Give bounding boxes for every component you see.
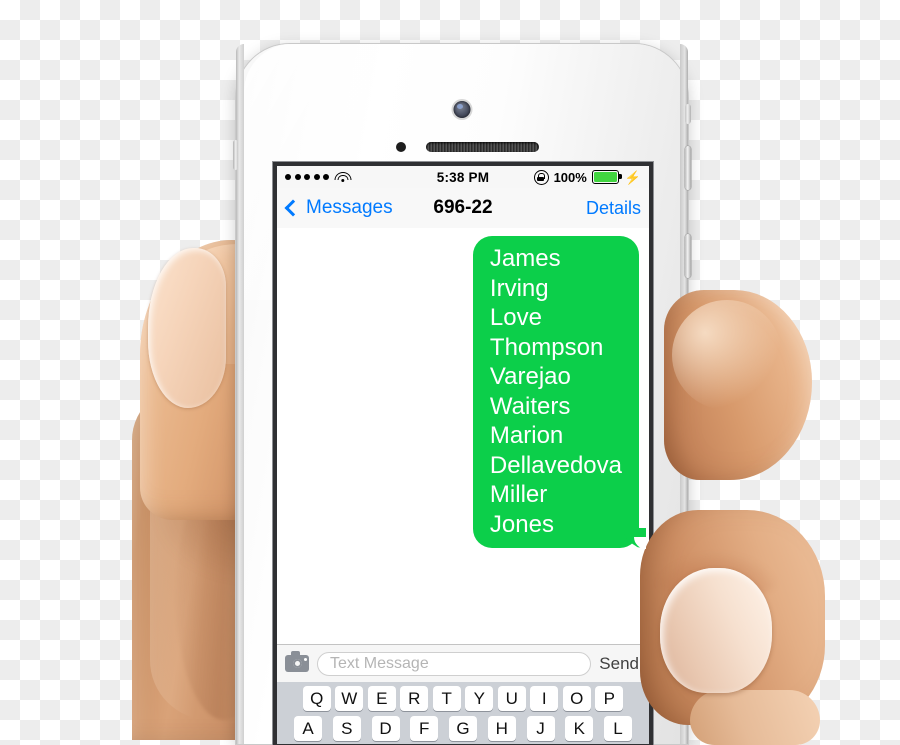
key-r[interactable]: R bbox=[400, 686, 429, 711]
camera-icon[interactable] bbox=[285, 651, 309, 672]
front-camera-glint bbox=[457, 104, 463, 109]
key-p[interactable]: P bbox=[595, 686, 624, 711]
message-line: Miller bbox=[489, 481, 548, 508]
key-a[interactable]: A bbox=[294, 716, 322, 741]
key-w[interactable]: W bbox=[335, 686, 364, 711]
middle-finger-tip bbox=[690, 690, 820, 745]
back-to-messages-button[interactable]: Messages bbox=[284, 197, 393, 219]
key-s[interactable]: S bbox=[332, 716, 361, 741]
message-line: Marion bbox=[489, 422, 564, 449]
rotation-lock-icon bbox=[533, 169, 549, 185]
key-g[interactable]: G bbox=[449, 716, 477, 741]
wifi-icon bbox=[334, 171, 351, 183]
navigation-bar: Messages 696-22 Details bbox=[277, 188, 649, 229]
message-line: Waiters bbox=[489, 392, 571, 420]
message-line: Dellavedova bbox=[489, 451, 622, 479]
earpiece-speaker-icon bbox=[426, 142, 539, 152]
key-y[interactable]: Y bbox=[465, 686, 494, 711]
chevron-left-icon bbox=[284, 199, 302, 217]
details-button[interactable]: Details bbox=[586, 198, 641, 219]
outgoing-message-bubble[interactable]: James Irving Love Thompson Varejao Waite… bbox=[472, 236, 647, 549]
phone-screen: 5:38 PM 100% ⚡ Messages 696-22 Details J… bbox=[277, 166, 649, 744]
signal-strength-icon bbox=[285, 174, 329, 180]
status-bar: 5:38 PM 100% ⚡ bbox=[277, 166, 649, 188]
keyboard-row-1: Q W E R T Y U I O P bbox=[277, 686, 649, 711]
battery-icon bbox=[591, 170, 622, 184]
message-input-bar: Send bbox=[277, 644, 649, 682]
key-i[interactable]: I bbox=[530, 686, 559, 711]
proximity-sensor-icon bbox=[396, 142, 406, 152]
silent-switch[interactable] bbox=[685, 104, 691, 124]
message-line: Thompson bbox=[489, 333, 604, 361]
key-t[interactable]: T bbox=[432, 686, 461, 711]
send-button[interactable]: Send bbox=[599, 654, 641, 674]
back-button-label: Messages bbox=[306, 197, 393, 218]
phone-device: 5:38 PM 100% ⚡ Messages 696-22 Details J… bbox=[233, 44, 691, 744]
power-button[interactable] bbox=[233, 140, 238, 170]
message-line: Jones bbox=[489, 510, 554, 538]
status-bar-right: 100% ⚡ bbox=[531, 169, 641, 185]
battery-percent-label: 100% bbox=[553, 169, 587, 185]
key-l[interactable]: L bbox=[604, 716, 632, 741]
key-f[interactable]: F bbox=[410, 716, 439, 741]
charging-bolt-icon: ⚡ bbox=[624, 169, 641, 185]
keyboard-row-2: A S D F G H J K L bbox=[277, 716, 649, 741]
message-row: James Irving Love Thompson Varejao Waite… bbox=[287, 236, 647, 549]
volume-up-button[interactable] bbox=[685, 146, 691, 190]
thumbnail bbox=[148, 248, 226, 408]
key-e[interactable]: E bbox=[367, 686, 396, 711]
key-o[interactable]: O bbox=[562, 686, 591, 711]
volume-down-button[interactable] bbox=[685, 234, 691, 278]
status-bar-clock: 5:38 PM bbox=[436, 169, 490, 185]
message-line: Irving bbox=[489, 274, 549, 302]
index-finger-highlight bbox=[672, 300, 782, 410]
text-message-input[interactable] bbox=[328, 653, 581, 674]
key-q[interactable]: Q bbox=[302, 686, 331, 711]
front-camera-icon bbox=[453, 101, 471, 118]
message-line: James bbox=[489, 245, 561, 272]
message-line: Love bbox=[489, 304, 542, 331]
message-thread[interactable]: James Irving Love Thompson Varejao Waite… bbox=[277, 228, 649, 644]
status-bar-left bbox=[285, 171, 395, 183]
key-d[interactable]: D bbox=[371, 716, 400, 741]
key-j[interactable]: J bbox=[526, 716, 555, 741]
message-line: Varejao bbox=[489, 363, 571, 390]
text-message-field[interactable] bbox=[317, 651, 592, 676]
onscreen-keyboard[interactable]: Q W E R T Y U I O P A S D F G H J K L bbox=[277, 682, 649, 744]
key-u[interactable]: U bbox=[497, 686, 526, 711]
key-k[interactable]: K bbox=[565, 716, 594, 741]
key-h[interactable]: H bbox=[487, 716, 516, 741]
